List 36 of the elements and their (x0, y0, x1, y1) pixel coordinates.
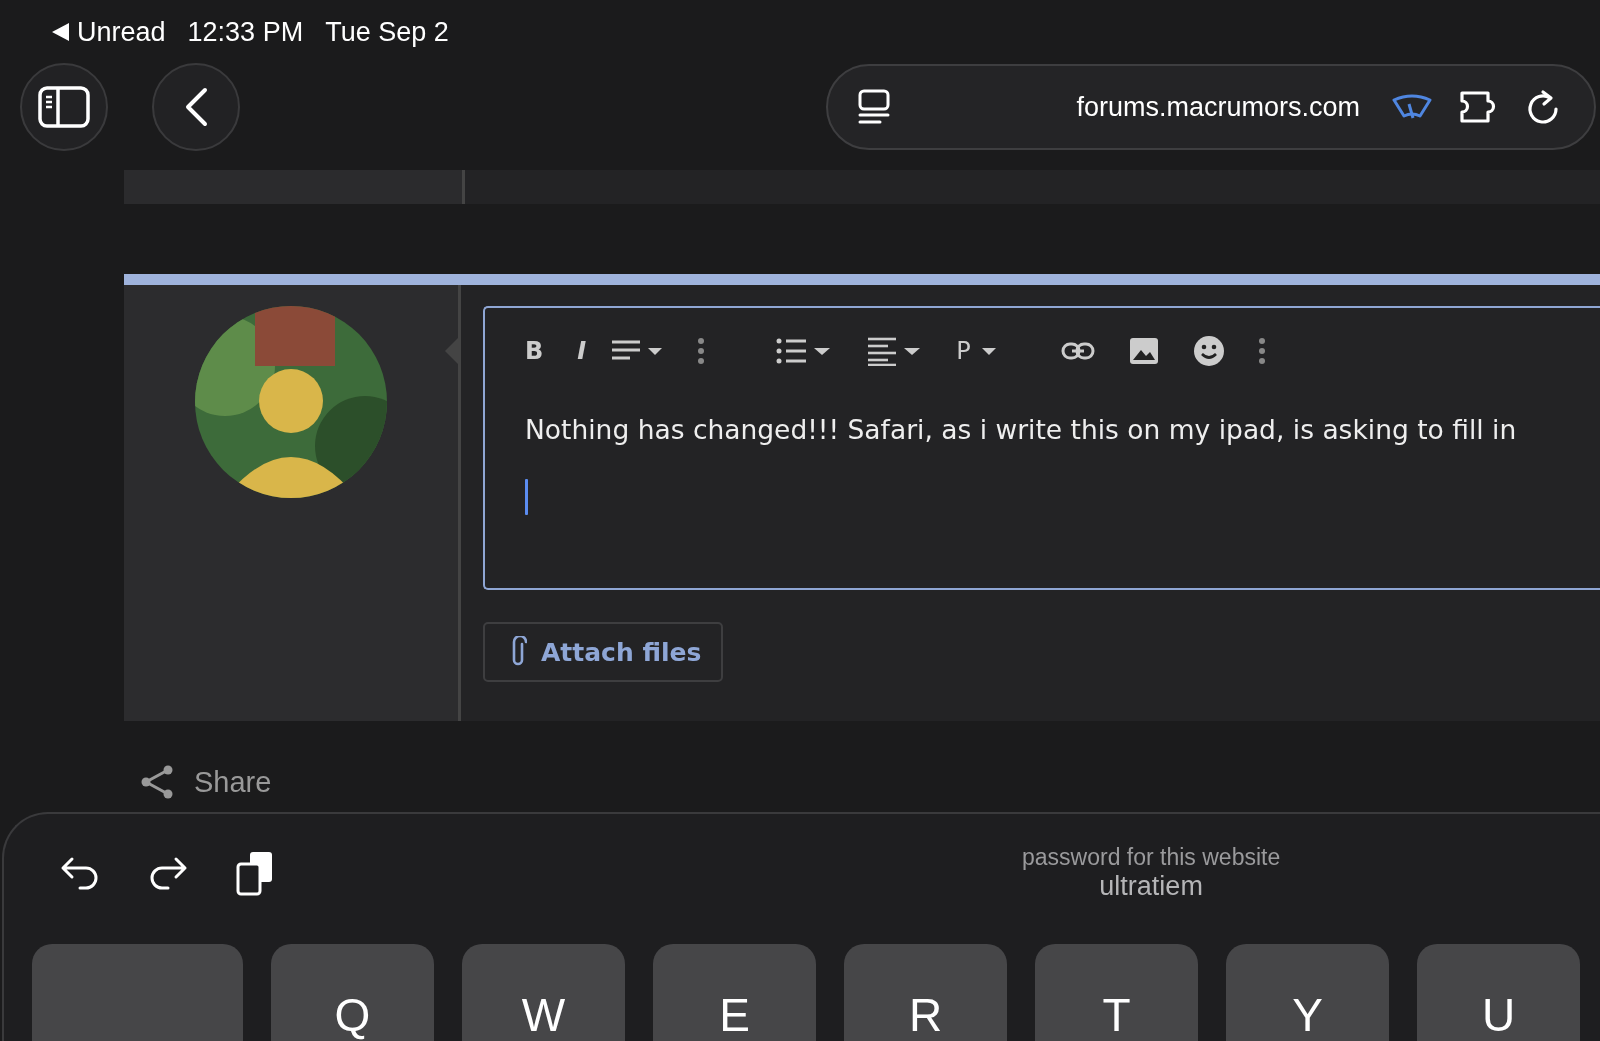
attach-files-button[interactable]: Attach files (483, 622, 724, 682)
message-editor[interactable]: B I P Nothing has changed!!! Safari, as i write this on my ipad, is asking to fill in (483, 306, 1600, 590)
keyboard-key[interactable]: Q (271, 944, 434, 1041)
smiley-icon[interactable] (1192, 335, 1225, 367)
address-bar[interactable]: forums.macrumors.com (826, 64, 1596, 150)
text-cursor (525, 479, 528, 515)
keyboard-key[interactable]: T (1035, 944, 1198, 1041)
back-triangle-icon (52, 23, 69, 41)
italic-button[interactable]: I (577, 337, 587, 365)
sidebar-icon (38, 86, 90, 128)
image-icon[interactable] (1128, 337, 1159, 365)
keyboard-key[interactable]: W (462, 944, 625, 1041)
keyboard-key[interactable]: E (653, 944, 816, 1041)
undo-icon[interactable] (60, 855, 100, 891)
url-text: forums.macrumors.com (1076, 91, 1360, 123)
date: Tue Sep 2 (325, 16, 449, 48)
keyboard-key[interactable]: U (1417, 944, 1580, 1041)
clipboard-icon[interactable] (236, 850, 274, 896)
chevron-left-icon (183, 87, 209, 127)
share-link[interactable]: Share (194, 765, 272, 799)
reload-icon[interactable] (1526, 89, 1560, 125)
windshield-wiper-icon[interactable] (1392, 94, 1432, 120)
more-icon[interactable] (698, 338, 705, 364)
time: 12:33 PM (187, 16, 304, 48)
keyboard-key[interactable]: R (844, 944, 1007, 1041)
more-icon[interactable] (1258, 338, 1265, 364)
link-icon[interactable] (1060, 342, 1095, 360)
message-text: Nothing has changed!!! Safari, as i write this on my ipad, is asking to fill in (525, 414, 1518, 445)
caret-icon (980, 346, 997, 356)
back-label[interactable]: Unread (77, 16, 166, 48)
keyboard-key[interactable]: Y (1226, 944, 1389, 1041)
redo-icon[interactable] (148, 855, 188, 891)
paragraph-format-button[interactable]: P (956, 337, 997, 365)
bold-button[interactable]: B (525, 337, 544, 365)
password-suggestion[interactable]: password for this website ultratiem (1022, 844, 1281, 902)
page-menu-icon (858, 89, 890, 125)
